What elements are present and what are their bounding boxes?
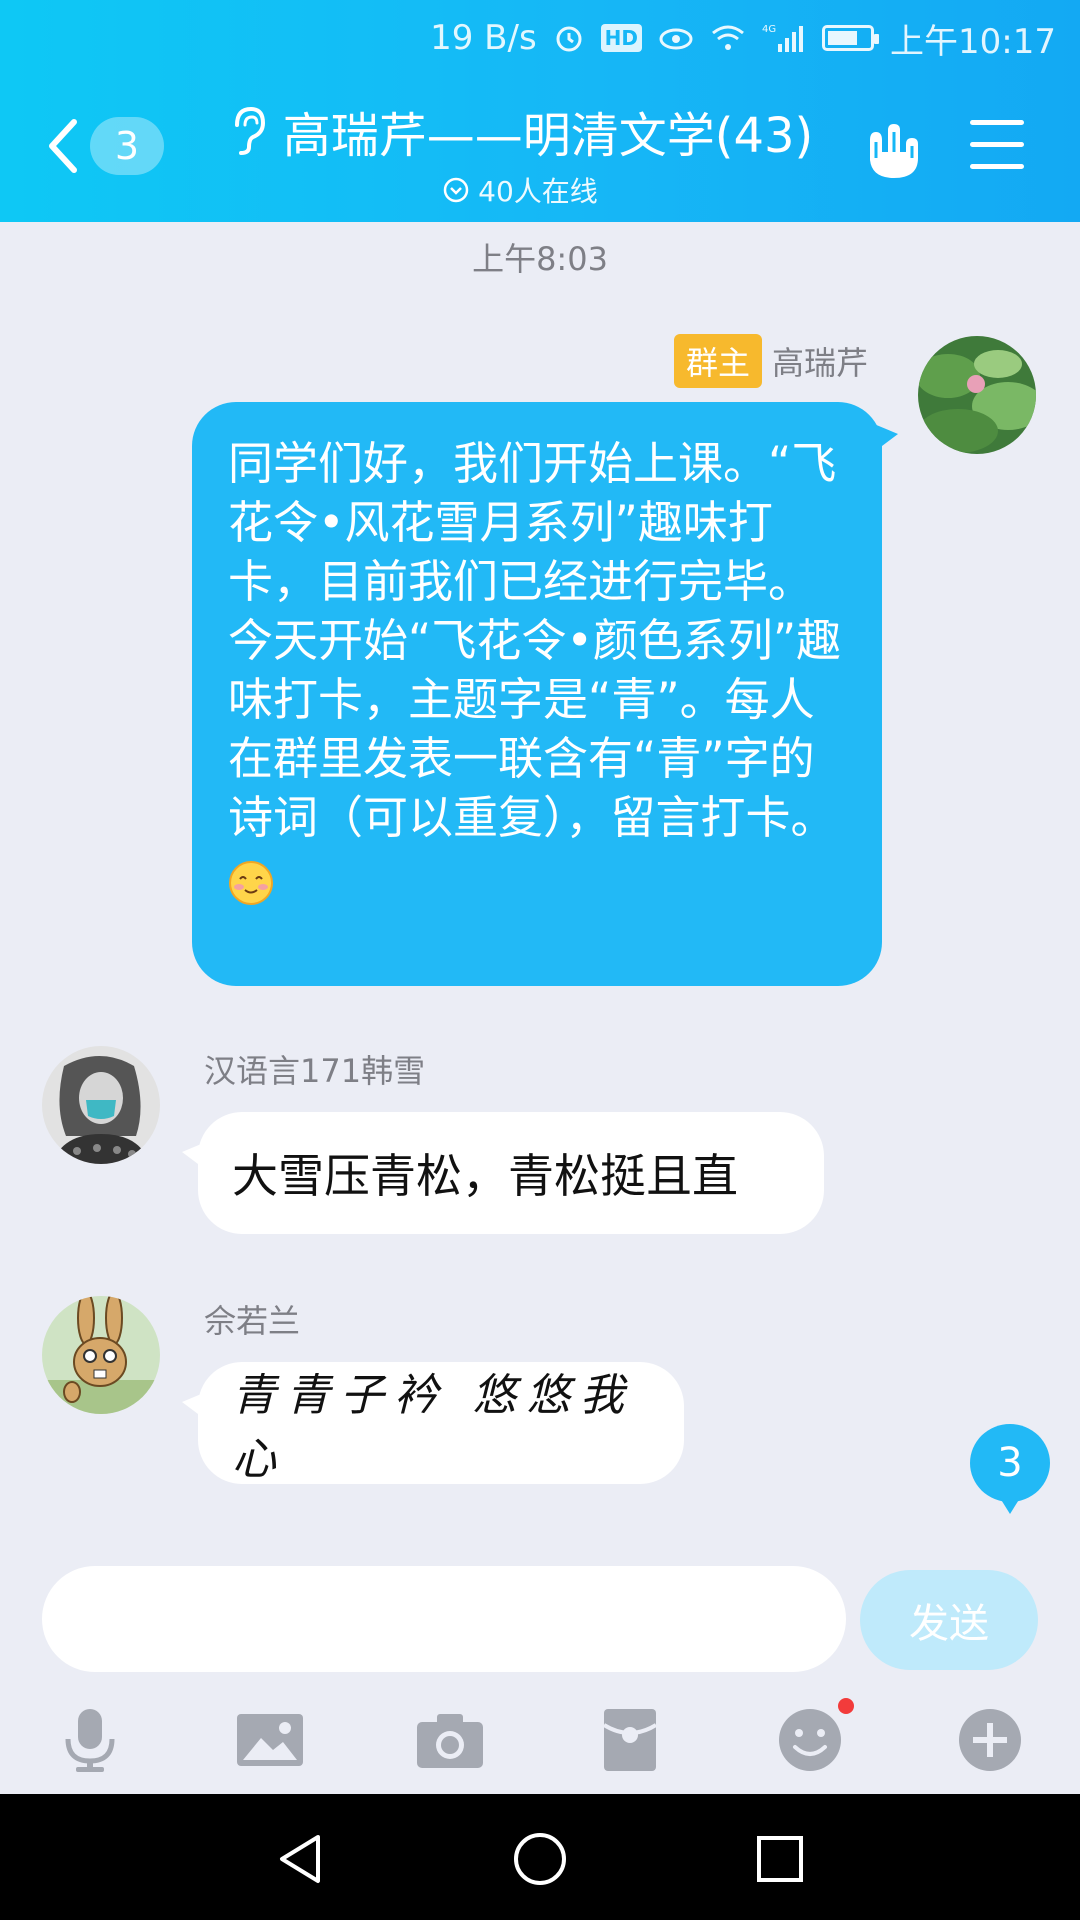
microphone-icon xyxy=(65,1709,115,1772)
online-status[interactable]: 40人在线 xyxy=(210,170,830,210)
input-toolbar xyxy=(0,1690,1080,1790)
sender-name: 高瑞芹 xyxy=(771,344,868,382)
notification-dot xyxy=(838,1698,854,1714)
nav-back-button[interactable] xyxy=(266,1824,336,1894)
avatar[interactable] xyxy=(42,1046,160,1164)
clock: 上午10:17 xyxy=(890,21,1056,62)
avatar[interactable] xyxy=(918,336,1036,454)
eye-icon xyxy=(658,24,694,52)
network-speed: 19 B/s xyxy=(430,18,537,58)
owner-badge: 群主 xyxy=(673,334,762,388)
message-text: 同学们好，我们开始上课。“飞花令•风花雪月系列”趣味打卡，目前我们已经进行完毕。… xyxy=(228,437,842,844)
top-bar: 19 B/s HD 4G 上午10:17 3 高瑞芹——明清文学(43) 40人… xyxy=(0,0,1080,222)
svg-text:4G: 4G xyxy=(762,24,776,35)
system-nav-bar xyxy=(0,1794,1080,1920)
nav-home-icon xyxy=(514,1833,566,1885)
plus-icon xyxy=(959,1709,1021,1771)
message-bubble[interactable]: 大雪压青松，青松挺且直 xyxy=(182,1112,824,1234)
nav-recents-button[interactable] xyxy=(745,1824,815,1894)
back-button[interactable] xyxy=(44,116,84,176)
time-divider: 上午8:03 xyxy=(472,240,608,278)
unread-count-badge[interactable]: 3 xyxy=(90,117,164,175)
menu-button[interactable] xyxy=(970,120,1024,172)
nav-recents-icon xyxy=(757,1836,803,1882)
avatar[interactable] xyxy=(42,1296,160,1414)
image-icon xyxy=(237,1714,303,1766)
message-text: 青青子衿 悠悠我心 xyxy=(232,1370,634,1485)
more-button[interactable] xyxy=(950,1700,1030,1780)
red-packet-button[interactable] xyxy=(590,1700,670,1780)
group-title: 高瑞芹——明清文学(43) xyxy=(282,108,814,164)
battery-icon xyxy=(822,25,880,51)
chat-header[interactable]: 高瑞芹——明清文学(43) 40人在线 xyxy=(210,96,830,210)
chevron-circle-icon xyxy=(443,177,469,203)
camera-button[interactable] xyxy=(410,1700,490,1780)
message-bubble[interactable]: 青青子衿 悠悠我心 xyxy=(182,1362,684,1485)
online-count: 40人在线 xyxy=(478,175,598,208)
message-bubble[interactable]: 同学们好，我们开始上课。“飞花令•风花雪月系列”趣味打卡，目前我们已经进行完毕。… xyxy=(192,402,898,986)
hd-badge: HD xyxy=(600,24,643,52)
send-button[interactable]: 发送 xyxy=(860,1570,1038,1670)
signal-icon: 4G xyxy=(762,22,806,54)
nav-home-button[interactable] xyxy=(505,1824,575,1894)
back-icon xyxy=(49,119,77,173)
sender-name: 汉语言171韩雪 xyxy=(204,1052,426,1090)
nav-back-icon xyxy=(280,1835,320,1883)
red-packet-icon xyxy=(602,1709,658,1771)
sender-name: 佘若兰 xyxy=(204,1302,301,1340)
sender-line-owner: 群主 高瑞芹 xyxy=(673,334,868,388)
status-bar: 19 B/s HD 4G 上午10:17 xyxy=(430,10,1056,66)
alarm-icon xyxy=(553,22,585,54)
wifi-icon xyxy=(710,23,746,53)
voice-button[interactable] xyxy=(50,1700,130,1780)
emoji-icon xyxy=(779,1709,841,1771)
message-text: 大雪压青松，青松挺且直 xyxy=(232,1149,738,1203)
hand-gesture-button[interactable] xyxy=(858,118,924,184)
hand-gesture-icon xyxy=(870,124,918,178)
camera-icon xyxy=(417,1714,483,1768)
emoji-button[interactable] xyxy=(770,1698,854,1780)
new-messages-indicator[interactable]: 3 xyxy=(970,1424,1050,1514)
photo-button[interactable] xyxy=(230,1700,310,1780)
smile-emoji-icon xyxy=(229,861,273,905)
ear-icon[interactable] xyxy=(227,105,267,157)
message-input[interactable] xyxy=(42,1566,846,1672)
